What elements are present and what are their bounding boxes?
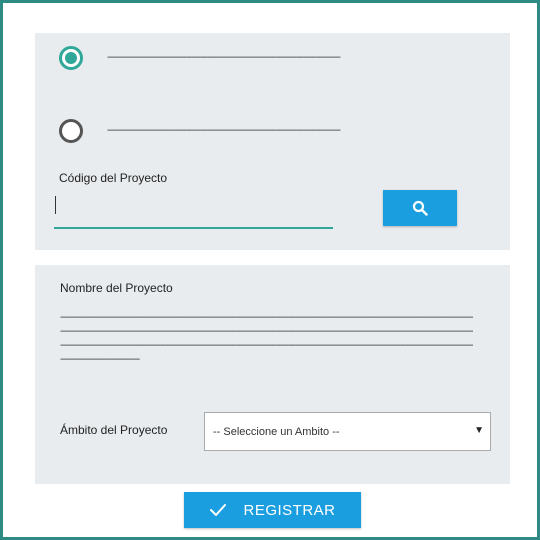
search-icon bbox=[412, 200, 428, 216]
option-2[interactable]: ----------------------------------------… bbox=[59, 119, 369, 143]
nombre-value: ----------------------------------------… bbox=[60, 312, 473, 365]
option-1-label: ----------------------------------------… bbox=[107, 53, 341, 63]
codigo-label: Código del Proyecto bbox=[59, 171, 168, 185]
form-frame: ----------------------------------------… bbox=[0, 0, 540, 540]
ambito-label: Ámbito del Proyecto bbox=[60, 423, 168, 437]
ambito-selected-value: -- Seleccione un Ambito -- bbox=[213, 425, 340, 438]
nombre-label: Nombre del Proyecto bbox=[60, 281, 173, 295]
option-1[interactable]: ----------------------------------------… bbox=[59, 46, 369, 70]
radio-option-1[interactable] bbox=[59, 46, 83, 70]
registrar-button[interactable]: REGISTRAR bbox=[184, 492, 361, 528]
ambito-select[interactable]: -- Seleccione un Ambito -- ▼ bbox=[204, 412, 491, 451]
registrar-label: REGISTRAR bbox=[243, 501, 336, 519]
text-caret bbox=[55, 196, 56, 214]
codigo-input[interactable] bbox=[54, 193, 333, 229]
search-button[interactable] bbox=[383, 190, 457, 226]
project-search-panel: ----------------------------------------… bbox=[35, 33, 510, 250]
triangle-down-icon: ▼ bbox=[474, 425, 484, 436]
project-details-panel: Nombre del Proyecto --------------------… bbox=[35, 265, 510, 484]
check-icon bbox=[209, 503, 227, 517]
radio-option-2[interactable] bbox=[59, 119, 83, 143]
option-2-label: ----------------------------------------… bbox=[107, 126, 341, 136]
